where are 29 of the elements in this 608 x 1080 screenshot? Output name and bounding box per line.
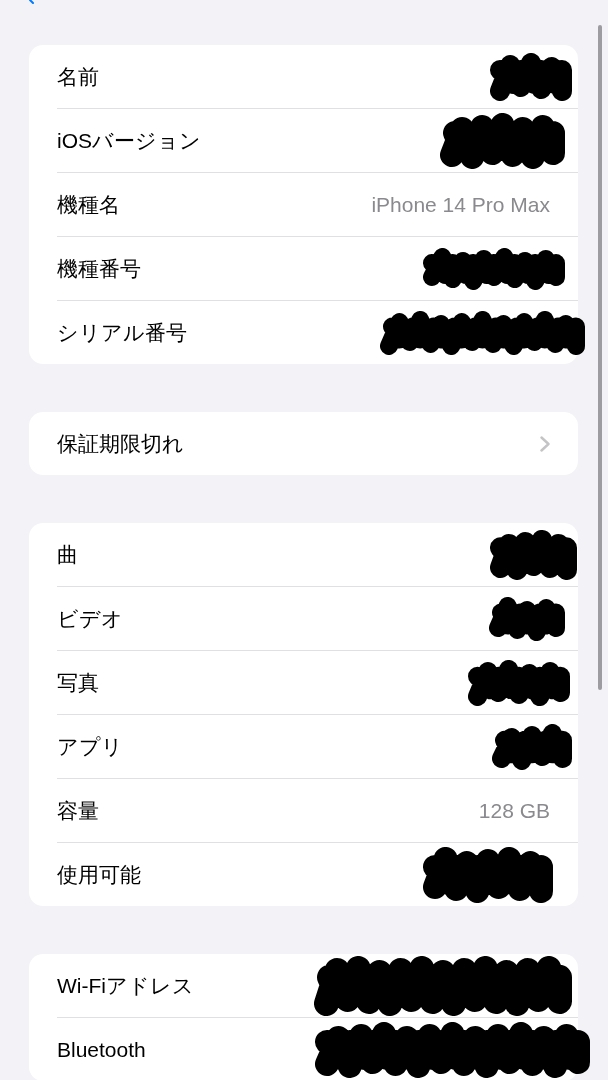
scribble-icon [489, 596, 565, 641]
scribble-icon [423, 846, 553, 903]
chevron-icon [540, 435, 550, 452]
scribble-icon [314, 955, 572, 1016]
scribble-icon [492, 723, 572, 770]
scribble-icon [380, 310, 585, 355]
row-label: 容量 [57, 797, 99, 824]
scribble-icon [440, 112, 565, 169]
scribble-icon [490, 529, 577, 580]
row-value: 128 GB [478, 798, 550, 823]
scribble-icon [468, 659, 570, 706]
scribble-icon [423, 247, 565, 290]
row-label: Wi-Fiアドレス [57, 972, 194, 999]
row-label: Bluetooth [57, 1037, 146, 1062]
scribble-icon [315, 1021, 590, 1078]
scribble-icon [490, 52, 572, 101]
row-label: 使用可能 [57, 861, 141, 888]
row-label: 機種名 [57, 191, 120, 218]
row-value: iPhone 14 Pro Max [371, 192, 550, 217]
row-label: 名前 [57, 63, 99, 90]
row-label: iOSバージョン [57, 127, 201, 154]
row-label: 曲 [57, 541, 78, 568]
row-label: 機種番号 [57, 255, 141, 282]
row-label: アプリ [57, 733, 123, 760]
row-label: 写真 [57, 669, 99, 696]
row-label: シリアル番号 [57, 319, 187, 346]
list-item[interactable]: 保証期限切れ [29, 412, 578, 475]
row-label: ビデオ [57, 605, 123, 632]
back-chevron-icon[interactable] [29, 0, 34, 4]
